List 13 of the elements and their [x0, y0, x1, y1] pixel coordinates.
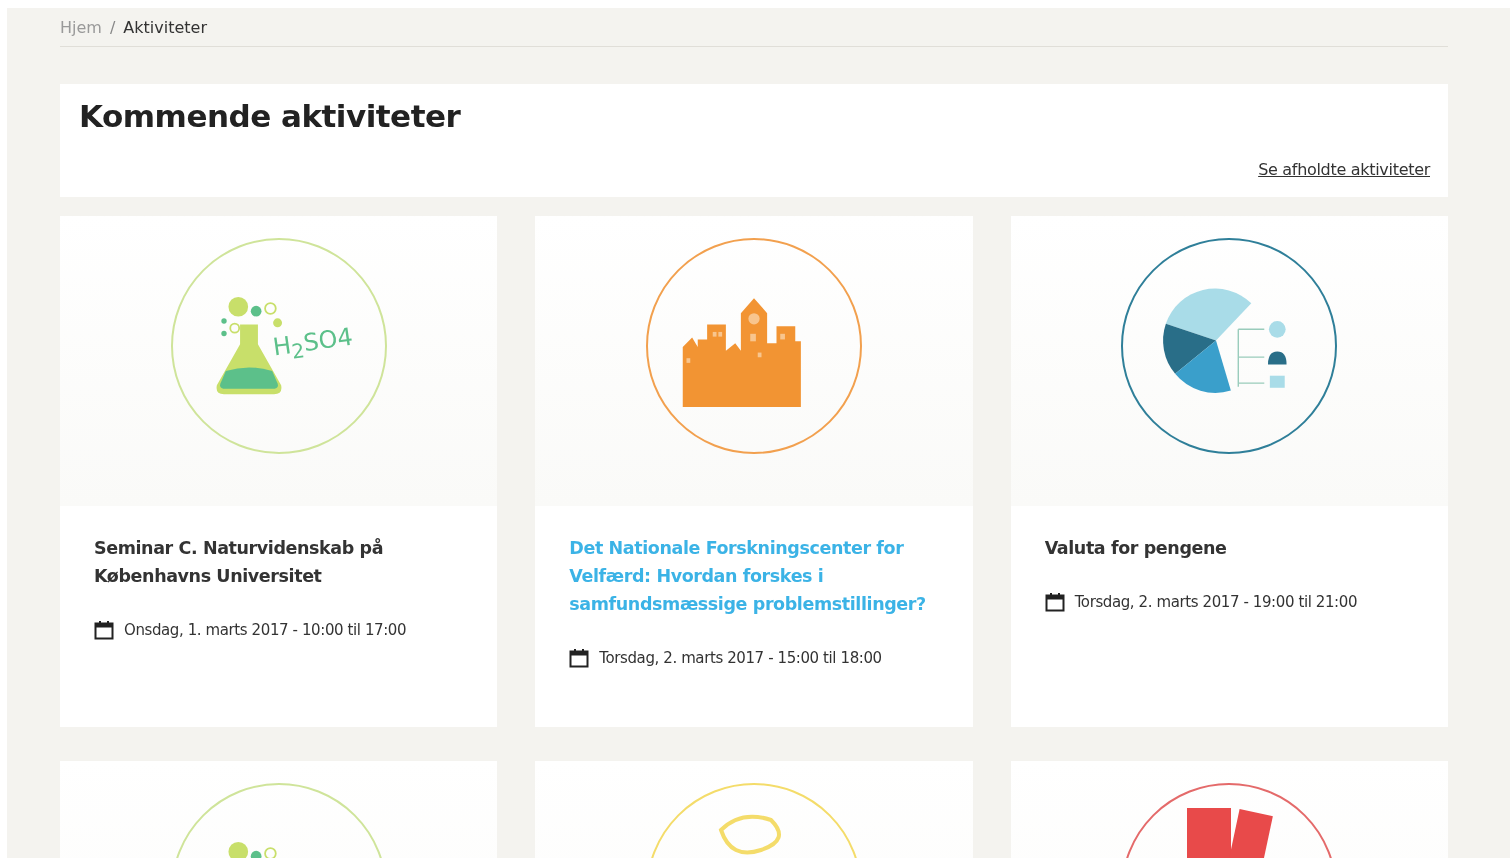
calendar-icon: [94, 620, 114, 640]
activity-title-link[interactable]: Seminar C. Naturvidenskab på Københavns Universitet: [94, 534, 468, 590]
calendar-icon: [569, 648, 590, 668]
activity-date: Torsdag, 2. marts 2017 - 19:00 til 21:00: [1074, 593, 1358, 611]
past-activities-link[interactable]: Se afholdte aktiviteter: [1258, 160, 1430, 179]
page-title: Kommende aktiviteter: [79, 98, 462, 134]
breadcrumb-current-page: Aktiviteter: [123, 17, 207, 37]
formula-label: H$_{2}$SO4: [270, 322, 355, 366]
calendar-icon: [1044, 592, 1065, 612]
activity-title-link[interactable]: Valuta for pengene: [1044, 534, 1418, 562]
activity-date: Torsdag, 2. marts 2017 - 15:00 til 18:00: [599, 649, 882, 667]
activity-date: Onsdag, 1. marts 2017 - 10:00 til 17:00: [124, 621, 407, 639]
breadcrumb-separator: /: [109, 17, 116, 37]
